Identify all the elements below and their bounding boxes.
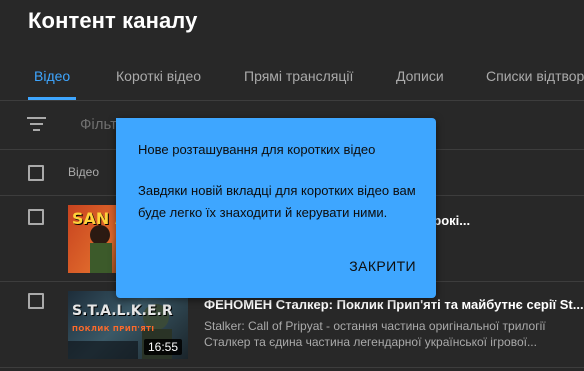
filter-icon[interactable] [27, 116, 46, 132]
tooltip-body: Завдяки новій вкладці для коротких відео… [138, 183, 416, 220]
page-title: Контент каналу [28, 8, 198, 33]
video-description-line: Сталкер та єдина частина легендарної укр… [204, 335, 537, 349]
tab-playlists[interactable]: Списки відтвор [486, 68, 584, 84]
video-title[interactable]: ФЕНОМЕН Сталкер: Поклик Прип'яті та майб… [204, 297, 584, 312]
video-duration: 16:55 [143, 339, 182, 355]
thumbnail-subtext: ПОКЛИК ПРИП'ЯТІ [72, 325, 155, 333]
tab-shorts[interactable]: Короткі відео [116, 68, 201, 84]
column-header-video: Відео [68, 165, 100, 179]
active-tab-indicator [28, 97, 76, 100]
tooltip-title: Нове розташування для коротких відео [138, 142, 376, 157]
thumbnail-text: S.T.A.L.K.E.R [72, 303, 173, 319]
tab-live[interactable]: Прямі трансляції [244, 68, 353, 84]
tab-bar: Відео Короткі відео Прямі трансляції Доп… [0, 60, 584, 101]
close-button[interactable]: ЗАКРИТИ [349, 258, 416, 274]
select-all-checkbox[interactable] [28, 165, 44, 181]
tab-posts[interactable]: Дописи [396, 68, 444, 84]
video-thumbnail[interactable]: S.T.A.L.K.E.R ПОКЛИК ПРИП'ЯТІ 16:55 [68, 291, 188, 359]
tab-videos[interactable]: Відео [34, 68, 70, 84]
row-checkbox[interactable] [28, 293, 44, 309]
shorts-tab-tooltip: Нове розташування для коротких відео Зав… [116, 118, 436, 298]
tooltip-arrow [116, 118, 134, 136]
row-checkbox[interactable] [28, 209, 44, 225]
